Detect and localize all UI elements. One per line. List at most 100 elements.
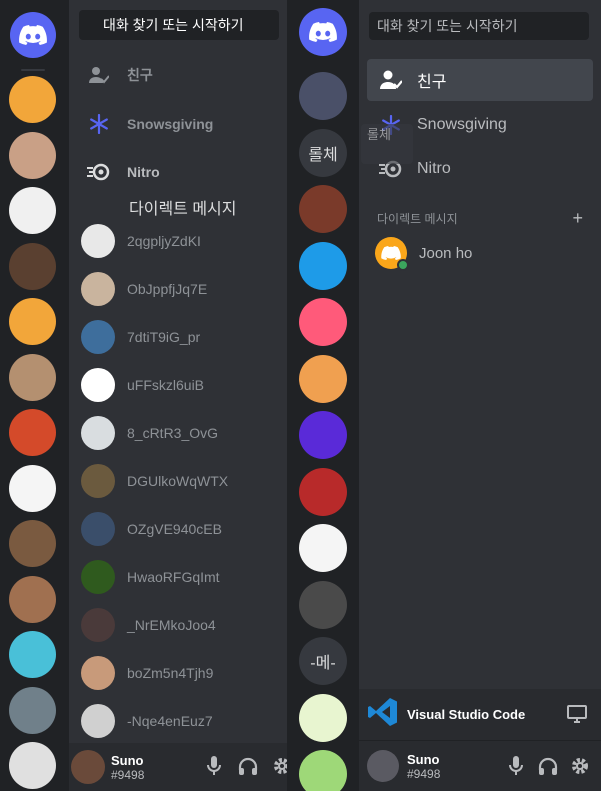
user-tag: #9498 [111, 767, 145, 782]
dm-item[interactable]: _NrEMkoJoo4 [81, 608, 216, 642]
nav-label: Snowsgiving [417, 116, 507, 133]
dm-item[interactable]: Joon ho [367, 234, 593, 272]
friends-icon [87, 64, 111, 86]
server-icon[interactable]: 롤체 [299, 128, 347, 177]
server-icon[interactable] [9, 187, 56, 234]
discord-logo-icon [381, 246, 401, 260]
server-icon[interactable] [9, 76, 56, 123]
discord-logo-icon [19, 25, 47, 45]
gear-icon[interactable] [271, 755, 287, 777]
nitro-icon [87, 161, 111, 183]
dm-avatar [375, 237, 409, 271]
server-icon[interactable] [9, 353, 56, 401]
discord-home-button[interactable] [299, 8, 347, 56]
user-name: Suno [407, 751, 440, 767]
server-icon[interactable] [299, 298, 347, 346]
user-avatar[interactable] [367, 750, 399, 782]
server-icon-label: -메- [310, 655, 336, 672]
dm-avatar [81, 464, 115, 498]
server-icon[interactable] [9, 464, 56, 512]
discord-home-button[interactable] [10, 12, 56, 58]
dm-name: Joon ho [419, 244, 473, 262]
server-icon[interactable] [299, 72, 347, 120]
server-icon[interactable]: -메- [299, 637, 347, 685]
right-dm-panel: 대화 찾기 또는 시작하기 친구 Snowsgiving Nitro 롤체 다이… [359, 0, 601, 689]
user-name: Suno [111, 752, 144, 768]
dm-name: 8_cRtR3_OvG [127, 425, 219, 441]
dm-item[interactable]: 2qgpljyZdKI [81, 224, 201, 258]
dm-name: ObJppfjJq7E [127, 281, 208, 297]
server-icon[interactable] [9, 520, 56, 567]
dm-name: OZgVE940cEB [127, 521, 222, 537]
dm-avatar [81, 416, 115, 450]
dm-item[interactable]: -Nqe4enEuz7 [81, 704, 213, 738]
server-icon[interactable] [299, 241, 347, 290]
user-avatar[interactable] [71, 750, 105, 784]
dm-item[interactable]: OZgVE940cEB [81, 512, 222, 546]
dm-name: HwaoRFGqImt [127, 569, 220, 585]
dm-header: 다이렉트 메시지 + [377, 208, 583, 229]
nav-label: Nitro [417, 160, 451, 177]
server-icon[interactable] [299, 580, 347, 629]
friends-icon [379, 68, 403, 92]
dm-item[interactable]: 7dtiT9iG_pr [81, 320, 200, 354]
search-button[interactable]: 대화 찾기 또는 시작하기 [369, 12, 589, 40]
add-dm-button[interactable]: + [572, 208, 583, 229]
dm-avatar [81, 320, 115, 354]
nav-friends[interactable]: 친구 [367, 59, 593, 101]
headphones-icon[interactable] [237, 755, 259, 777]
dm-avatar [81, 512, 115, 546]
dm-item[interactable]: ObJppfjJq7E [81, 272, 207, 306]
gear-icon[interactable] [569, 755, 591, 777]
mic-icon[interactable] [203, 755, 225, 777]
dm-item[interactable]: HwaoRFGqImt [81, 560, 220, 594]
server-icon[interactable] [299, 354, 347, 403]
server-icon[interactable] [9, 631, 56, 678]
nav-label: Nitro [127, 164, 160, 180]
search-button[interactable]: 대화 찾기 또는 시작하기 [79, 10, 279, 40]
dm-name: -Nqe4enEuz7 [127, 713, 213, 729]
dm-item[interactable]: boZm5n4Tjh9 [81, 656, 213, 690]
nav-label: 친구 [417, 74, 447, 91]
nav-nitro[interactable]: Nitro [87, 161, 160, 183]
dm-name: 2qgpljyZdKI [127, 233, 201, 249]
dm-name: DGUlkoWqWTX [127, 473, 229, 489]
dm-name: uFFskzl6uiB [127, 377, 205, 393]
server-icon[interactable] [9, 409, 56, 456]
server-icon[interactable] [299, 693, 347, 742]
server-icon[interactable] [9, 242, 56, 290]
server-icon[interactable] [9, 742, 56, 789]
online-status-icon [397, 259, 409, 271]
dm-name: 7dtiT9iG_pr [127, 329, 201, 345]
dm-item[interactable]: DGUlkoWqWTX [81, 464, 228, 498]
server-icon[interactable] [299, 467, 347, 516]
server-icon[interactable] [9, 686, 56, 734]
server-icon-label: 롤체 [308, 146, 338, 164]
nav-snowsgiving[interactable]: Snowsgiving [87, 113, 213, 135]
server-icon[interactable] [299, 185, 347, 233]
nav-friends[interactable]: 친구 [87, 64, 153, 86]
server-tooltip: 롤체 [361, 124, 413, 164]
dm-name: boZm5n4Tjh9 [127, 665, 214, 681]
server-icon[interactable] [299, 750, 347, 791]
nav-label: 친구 [127, 67, 153, 83]
dm-avatar [81, 656, 115, 690]
server-icon[interactable] [9, 298, 56, 345]
rail-separator [21, 69, 45, 71]
dm-item[interactable]: 8_cRtR3_OvG [81, 416, 218, 450]
server-icon[interactable] [299, 411, 347, 459]
left-dm-panel: 대화 찾기 또는 시작하기 친구 Snowsgiving Nitro 다이렉트 … [69, 0, 287, 743]
screen-share-icon[interactable] [567, 705, 587, 728]
right-user-panel: Suno #9498 [359, 741, 601, 791]
dm-item[interactable]: uFFskzl6uiB [81, 368, 204, 402]
left-user-panel: Suno #9498 [69, 743, 287, 791]
server-icon[interactable] [9, 131, 56, 179]
dm-header: 다이렉트 메시지 [129, 201, 237, 218]
server-icon[interactable] [9, 575, 56, 623]
dm-name: _NrEMkoJoo4 [127, 617, 216, 633]
discord-logo-icon [309, 22, 337, 42]
mic-icon[interactable] [505, 755, 527, 777]
nav-label: Snowsgiving [127, 116, 214, 132]
headphones-icon[interactable] [537, 755, 559, 777]
server-icon[interactable] [299, 524, 347, 572]
